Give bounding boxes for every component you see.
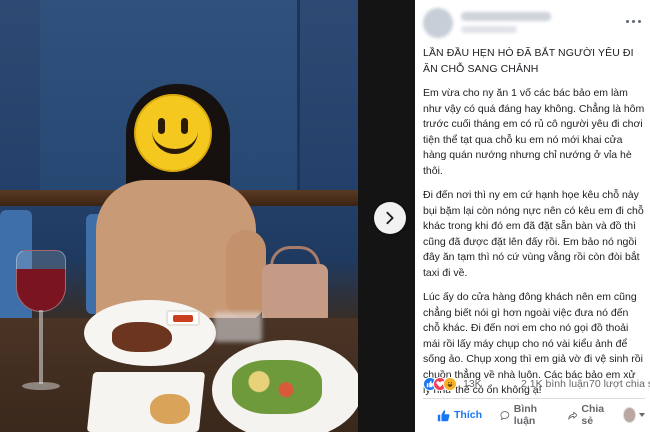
like-label: Thích [454, 409, 482, 421]
post-panel: LẦN ĐẦU HẸN HÒ ĐÃ BẮT NGƯỜI YÊU ĐI ĂN CH… [415, 0, 650, 432]
share-button[interactable]: Chia sẻ [567, 403, 610, 427]
person-arm [226, 230, 266, 320]
photo-viewer[interactable] [0, 0, 415, 432]
smiley-mouth [152, 130, 198, 154]
reaction-count[interactable]: 13K [463, 378, 482, 390]
chevron-down-icon[interactable] [639, 413, 645, 417]
sauce-dish [166, 310, 200, 326]
more-options-button[interactable] [623, 14, 643, 28]
post-text: LẦN ĐẦU HẸN HÒ ĐÃ BẮT NGƯỜI YÊU ĐI ĂN CH… [423, 46, 645, 408]
comment-count[interactable]: 2,1K bình luận [521, 378, 589, 390]
wine-glass-stem [39, 310, 43, 384]
post-header [423, 6, 645, 40]
post-paragraph: Đi đến nơi thì ny em cứ hạnh họe kêu chỗ… [423, 189, 644, 279]
post-photo [0, 0, 358, 432]
share-label: Chia sẻ [581, 403, 605, 427]
blurred-tag [214, 312, 262, 342]
author-avatar[interactable] [423, 8, 453, 38]
thumbs-up-icon [437, 409, 450, 421]
reactions-bar: 13K 2,1K bình luận 70 lượt chia sẻ [423, 376, 650, 394]
like-button[interactable]: Thích [437, 409, 482, 422]
post-paragraph: Em vừa cho ny ăn 1 vố các bác bảo em làm… [423, 87, 645, 177]
reaction-avatar-selector[interactable] [623, 407, 636, 423]
wine-glass [16, 250, 66, 312]
author-name-blurred[interactable] [461, 12, 551, 21]
wine-glass-foot [22, 382, 60, 390]
comment-label: Bình luận [513, 403, 538, 427]
reaction-icons[interactable] [423, 377, 457, 391]
share-count[interactable]: 70 lượt chia sẻ [589, 378, 650, 390]
share-arrow-icon [567, 411, 578, 420]
facebook-photo-post: LẦN ĐẦU HẸN HÒ ĐÃ BẮT NGƯỜI YÊU ĐI ĂN CH… [0, 0, 650, 432]
steak [112, 322, 172, 352]
comment-bubble-icon [500, 410, 510, 420]
post-title: LẦN ĐẦU HẸN HÒ ĐÃ BẮT NGƯỜI YÊU ĐI ĂN CH… [423, 47, 634, 75]
next-photo-button[interactable] [374, 202, 406, 234]
comment-button[interactable]: Bình luận [500, 403, 550, 427]
bread [150, 394, 190, 424]
post-actions: Thích Bình luận Chia sẻ [423, 402, 645, 428]
salad [232, 360, 322, 414]
handbag [262, 264, 328, 324]
haha-reaction-icon [443, 377, 457, 391]
dot-icon [637, 19, 641, 23]
dot-icon [631, 19, 635, 23]
dot-icon [625, 19, 629, 23]
post-meta-blurred [461, 26, 517, 33]
chevron-right-icon [386, 211, 394, 225]
divider [423, 398, 645, 399]
smiley-face-sticker [134, 94, 212, 172]
